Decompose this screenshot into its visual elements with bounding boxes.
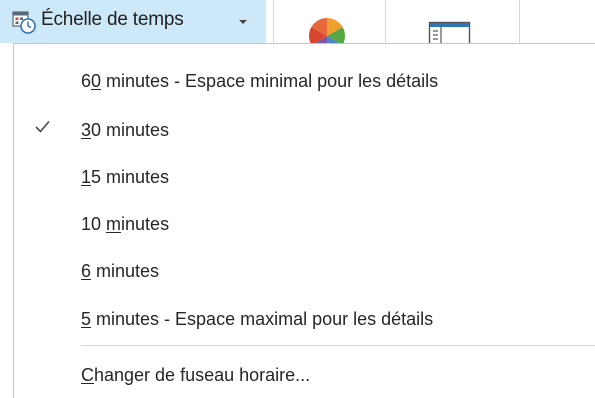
ribbon-divider bbox=[385, 0, 386, 43]
ribbon-divider bbox=[273, 0, 274, 43]
timescale-dropdown-button[interactable]: Échelle de temps bbox=[0, 0, 266, 43]
chevron-down-icon bbox=[239, 20, 247, 24]
calendar-clock-icon bbox=[12, 10, 36, 34]
menu-item-label: 60 minutes - Espace minimal pour les dét… bbox=[81, 71, 439, 91]
menu-item-label: 30 minutes bbox=[81, 120, 170, 140]
pie-chart-icon bbox=[308, 17, 346, 43]
menu-item-6-minutes[interactable]: 6 minutes bbox=[14, 248, 595, 294]
menu-item-30-minutes[interactable]: 30 minutes bbox=[14, 107, 595, 153]
color-categories-button[interactable] bbox=[296, 14, 356, 43]
menu-item-15-minutes[interactable]: 15 minutes bbox=[14, 154, 595, 200]
menu-item-label: 10 minutes bbox=[81, 214, 170, 234]
ribbon-toolbar: Échelle de temps bbox=[0, 0, 595, 43]
menu-item-label: 5 minutes - Espace maximal pour les déta… bbox=[81, 309, 434, 329]
menu-divider bbox=[81, 345, 595, 346]
view-layout-button[interactable] bbox=[422, 14, 482, 43]
menu-item-label: Changer de fuseau horaire... bbox=[81, 365, 311, 385]
menu-item-5-minutes[interactable]: 5 minutes - Espace maximal pour les déta… bbox=[14, 296, 595, 342]
window-layout-icon bbox=[428, 21, 471, 43]
timescale-menu: 60 minutes - Espace minimal pour les dét… bbox=[13, 43, 595, 398]
timescale-button-label: Échelle de temps bbox=[41, 9, 184, 30]
menu-item-label: 15 minutes bbox=[81, 167, 170, 187]
menu-item-label: 6 minutes bbox=[81, 261, 160, 281]
menu-item-change-time-zone[interactable]: Changer de fuseau horaire... bbox=[14, 352, 595, 398]
checkmark-icon bbox=[33, 117, 53, 137]
menu-item-60-minutes[interactable]: 60 minutes - Espace minimal pour les dét… bbox=[14, 58, 595, 104]
ribbon-divider bbox=[519, 0, 520, 43]
menu-item-10-minutes[interactable]: 10 minutes bbox=[14, 201, 595, 247]
